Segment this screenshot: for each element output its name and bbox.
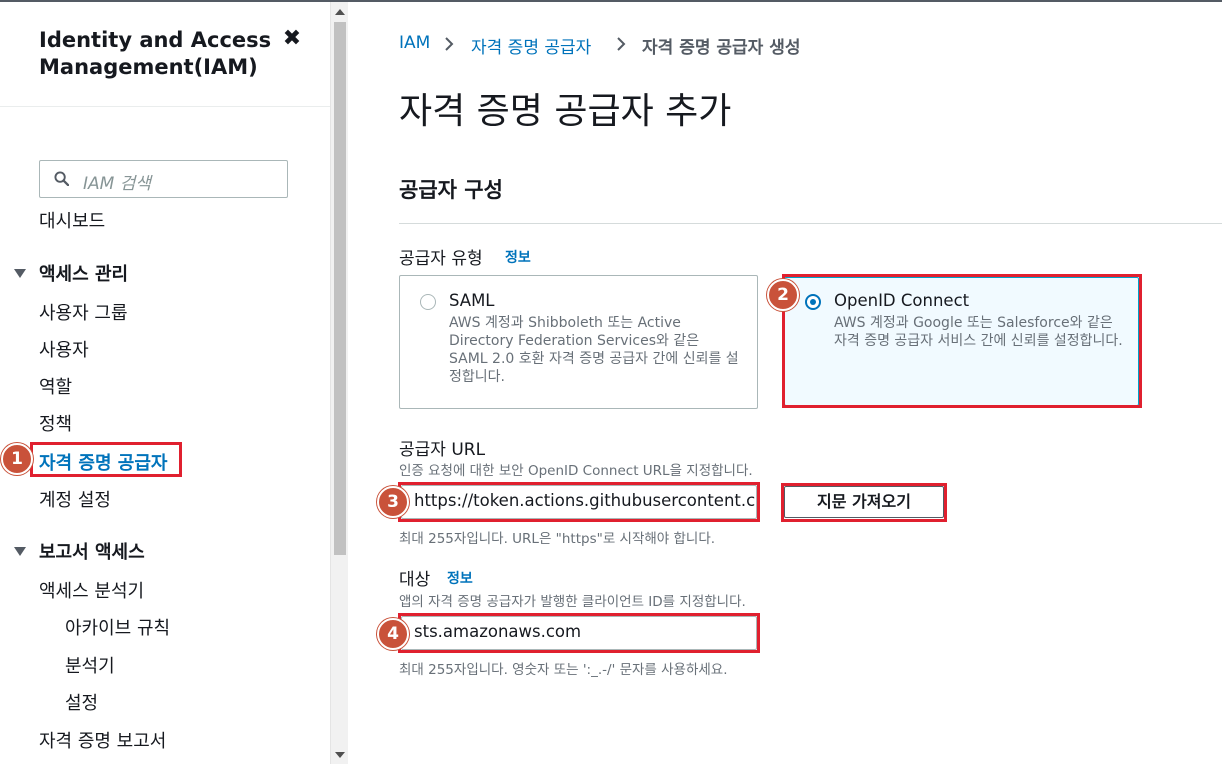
search-placeholder: IAM 검색 — [83, 174, 151, 194]
sidebar-section-label: 액세스 관리 — [39, 264, 129, 285]
caret-down-icon — [14, 546, 26, 556]
sidebar-item-access-analyzer[interactable]: 액세스 분석기 — [39, 577, 144, 603]
saml-tile[interactable]: SAML AWS 계정과 Shibboleth 또는 Active Direct… — [399, 275, 758, 409]
sidebar-divider — [0, 106, 330, 107]
breadcrumb-identity-providers[interactable]: 자격 증명 공급자 — [471, 33, 591, 58]
saml-radio[interactable] — [420, 294, 436, 310]
sidebar-item-analyzers[interactable]: 분석기 — [65, 652, 115, 678]
sidebar-section-access-management[interactable]: 액세스 관리 — [14, 260, 128, 286]
sidebar-item-settings[interactable]: 설정 — [65, 689, 98, 715]
sidebar-item-account-settings[interactable]: 계정 설정 — [39, 486, 111, 512]
audience-info-link[interactable]: 정보 — [447, 568, 473, 588]
search-icon — [54, 171, 69, 186]
audience-label: 대상 — [399, 570, 431, 590]
scroll-up-icon[interactable] — [335, 9, 345, 15]
breadcrumb-current: 자격 증명 공급자 생성 — [642, 38, 801, 58]
highlight-box-audience — [398, 613, 760, 653]
sidebar: Identity and Access Management(IAM) ✖ IA… — [0, 2, 330, 764]
chevron-right-icon — [445, 37, 454, 51]
highlight-box-provider-url — [398, 482, 760, 522]
provider-url-hint: 최대 255자입니다. URL은 "https"로 시작해야 합니다. — [399, 531, 716, 547]
page-title: 자격 증명 공급자 추가 — [399, 91, 732, 132]
search-input[interactable]: IAM 검색 — [39, 160, 288, 198]
sidebar-scrollbar[interactable] — [330, 2, 348, 764]
audience-hint: 최대 255자입니다. 영숫자 또는 ':_.-/' 문자를 사용하세요. — [399, 662, 728, 678]
step-badge-3: 3 — [377, 486, 409, 518]
highlight-box-identity-providers — [30, 442, 182, 477]
scrollbar-thumb[interactable] — [334, 22, 346, 555]
sidebar-title-line2: Management(IAM) — [39, 55, 258, 79]
close-icon[interactable]: ✖ — [281, 28, 303, 50]
sidebar-title: Identity and Access Management(IAM) — [39, 27, 271, 81]
saml-title: SAML — [449, 291, 495, 310]
provider-type-label: 공급자 유형 — [399, 249, 483, 269]
sidebar-item-archive-rules[interactable]: 아카이브 규칙 — [65, 614, 170, 640]
section-divider — [399, 223, 1222, 224]
provider-url-label: 공급자 URL — [399, 440, 486, 460]
breadcrumb-iam[interactable]: IAM — [399, 33, 430, 53]
caret-down-icon — [14, 268, 26, 278]
scroll-down-icon[interactable] — [335, 752, 345, 758]
highlight-box-openid-connect — [782, 274, 1142, 408]
sidebar-item-roles[interactable]: 역할 — [39, 373, 72, 399]
sidebar-item-user-groups[interactable]: 사용자 그룹 — [39, 299, 128, 325]
sidebar-section-label: 보고서 액세스 — [39, 542, 145, 563]
step-badge-1: 1 — [1, 443, 33, 475]
sidebar-item-users[interactable]: 사용자 — [39, 336, 89, 362]
sidebar-title-line1: Identity and Access — [39, 28, 272, 52]
provider-type-info-link[interactable]: 정보 — [505, 247, 531, 267]
provider-url-description: 인증 요청에 대한 보안 OpenID Connect URL을 지정합니다. — [399, 463, 753, 479]
chevron-right-icon — [617, 37, 626, 51]
section-title: 공급자 구성 — [399, 178, 503, 202]
sidebar-item-dashboard[interactable]: 대시보드 — [39, 207, 105, 233]
sidebar-item-credential-report[interactable]: 자격 증명 보고서 — [39, 727, 166, 753]
saml-description: AWS 계정과 Shibboleth 또는 Active Directory F… — [449, 315, 739, 385]
sidebar-section-reports-access[interactable]: 보고서 액세스 — [14, 538, 145, 564]
step-badge-2: 2 — [767, 279, 799, 311]
highlight-box-get-thumbprint — [781, 483, 947, 522]
step-badge-4: 4 — [377, 618, 409, 650]
sidebar-item-policies[interactable]: 정책 — [39, 410, 72, 436]
audience-description: 앱의 자격 증명 공급자가 발행한 클라이언트 ID를 지정합니다. — [399, 594, 746, 610]
